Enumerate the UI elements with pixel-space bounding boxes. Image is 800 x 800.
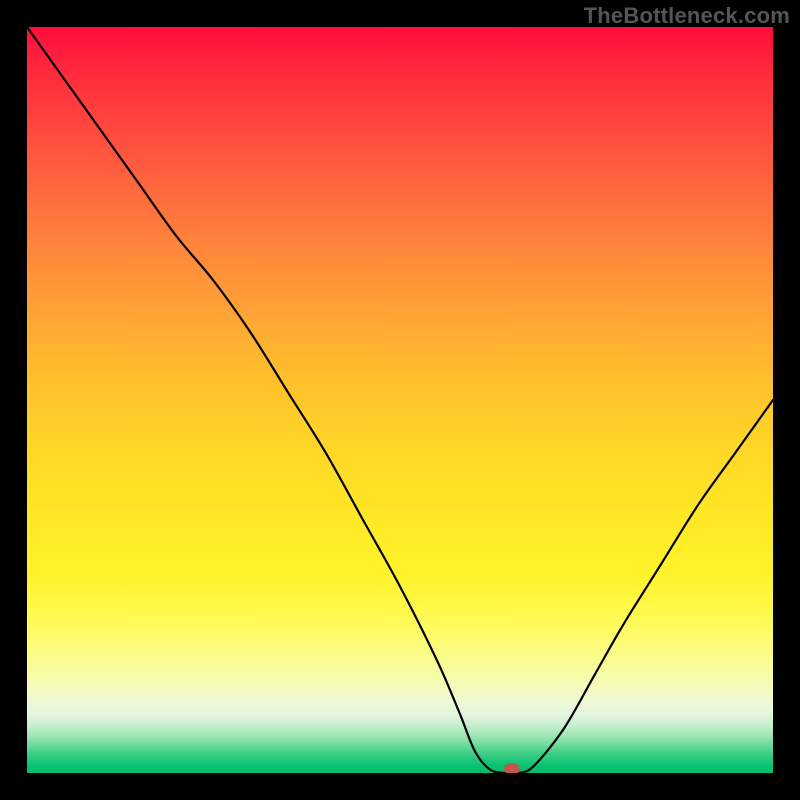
chart-frame: TheBottleneck.com bbox=[0, 0, 800, 800]
bottleneck-curve-path bbox=[27, 27, 773, 773]
bottleneck-curve-svg bbox=[27, 27, 773, 773]
plot-area bbox=[27, 27, 773, 773]
watermark-text: TheBottleneck.com bbox=[584, 3, 790, 29]
minimum-marker bbox=[504, 763, 520, 773]
